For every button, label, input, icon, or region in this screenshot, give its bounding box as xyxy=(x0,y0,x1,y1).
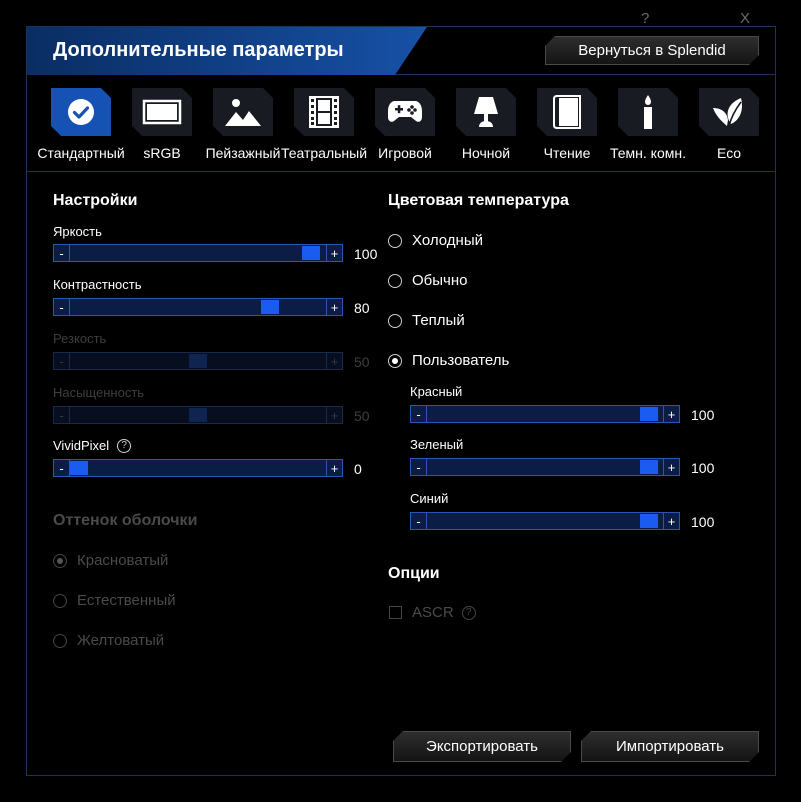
check-icon xyxy=(66,97,96,127)
vividpixel-label: VividPixel xyxy=(53,438,110,453)
decrease-button[interactable]: - xyxy=(411,406,427,422)
sharpness-label: Резкость xyxy=(53,331,107,346)
radio-button xyxy=(53,633,67,648)
slider-thumb[interactable] xyxy=(260,300,279,314)
color-temp-normal[interactable]: Обычно xyxy=(388,272,467,289)
brightness-value: 100 xyxy=(354,246,378,262)
green-value: 100 xyxy=(691,460,715,476)
ascr-checkbox-row: ASCR ? xyxy=(389,604,476,621)
radio-button[interactable] xyxy=(388,273,402,288)
red-label: Красный xyxy=(410,384,463,399)
monitor-icon xyxy=(142,99,182,125)
header: Дополнительные параметры Вернуться в Spl… xyxy=(27,27,775,75)
decrease-button[interactable]: - xyxy=(411,459,427,475)
radio-label: Холодный xyxy=(412,232,483,249)
increase-button[interactable]: + xyxy=(663,406,679,422)
help-icon[interactable]: ? xyxy=(117,438,132,453)
increase-button[interactable]: + xyxy=(663,459,679,475)
sharpness-value: 50 xyxy=(354,354,370,370)
saturation-value: 50 xyxy=(354,408,370,424)
brightness-label: Яркость xyxy=(53,224,102,239)
color-temp-warm[interactable]: Теплый xyxy=(388,312,465,329)
increase-button: + xyxy=(326,353,342,369)
contrast-value: 80 xyxy=(354,300,370,316)
radio-button[interactable] xyxy=(388,353,402,368)
vividpixel-slider[interactable]: - + xyxy=(53,459,343,477)
red-value: 100 xyxy=(691,407,715,423)
decrease-button[interactable]: - xyxy=(54,299,70,315)
mode-eco[interactable]: Eco xyxy=(688,88,770,170)
skin-tone-yellowish: Желтоватый xyxy=(53,632,164,649)
color-temp-title: Цветовая температура xyxy=(388,192,569,209)
blue-label: Синий xyxy=(410,491,449,506)
radio-button xyxy=(53,593,67,608)
slider-thumb[interactable] xyxy=(639,407,658,421)
radio-button[interactable] xyxy=(388,233,402,248)
skin-tone-natural: Естественный xyxy=(53,592,176,609)
green-label: Зеленый xyxy=(410,437,464,452)
slider-thumb[interactable] xyxy=(70,461,88,475)
landscape-icon xyxy=(224,96,262,128)
skin-tone-title: Оттенок оболочки xyxy=(53,512,198,529)
slider-thumb[interactable] xyxy=(639,514,658,528)
contrast-label: Контрастность xyxy=(53,277,142,292)
lamp-icon xyxy=(473,95,499,129)
sharpness-slider: - + xyxy=(53,352,343,370)
radio-label: Пользователь xyxy=(412,352,510,369)
slider-thumb xyxy=(189,408,207,422)
book-icon xyxy=(553,95,581,129)
mode-bar: Стандартный sRGB Пейзажный Театральный И… xyxy=(27,76,775,172)
slider-thumb xyxy=(189,354,207,368)
saturation-label: Насыщенность xyxy=(53,385,145,400)
decrease-button[interactable]: - xyxy=(411,513,427,529)
vividpixel-value: 0 xyxy=(354,461,362,477)
increase-button: + xyxy=(326,407,342,423)
increase-button[interactable]: + xyxy=(326,299,342,315)
color-temp-user[interactable]: Пользователь xyxy=(388,352,509,369)
page-title: Дополнительные параметры xyxy=(53,39,344,61)
gamepad-icon xyxy=(387,99,423,125)
mode-label: Eco xyxy=(716,145,742,161)
import-button[interactable]: Импортировать xyxy=(581,731,759,762)
decrease-button[interactable]: - xyxy=(54,460,70,476)
radio-label: Теплый xyxy=(412,312,465,329)
increase-button[interactable]: + xyxy=(326,460,342,476)
green-slider[interactable]: - + xyxy=(410,458,680,476)
advanced-settings-panel: Дополнительные параметры Вернуться в Spl… xyxy=(26,26,776,776)
radio-label: Обычно xyxy=(412,272,468,289)
radio-button xyxy=(53,553,67,568)
slider-thumb[interactable] xyxy=(639,460,658,474)
blue-slider[interactable]: - + xyxy=(410,512,680,530)
radio-label: Красноватый xyxy=(77,552,169,569)
skin-tone-reddish: Красноватый xyxy=(53,552,168,569)
export-button[interactable]: Экспортировать xyxy=(393,731,571,762)
slider-thumb[interactable] xyxy=(301,246,320,260)
close-window-icon[interactable]: X xyxy=(740,10,750,27)
decrease-button: - xyxy=(54,407,70,423)
contrast-slider[interactable]: - + xyxy=(53,298,343,316)
vividpixel-label-row: VividPixel ? xyxy=(53,438,132,453)
options-title: Опции xyxy=(388,565,440,582)
back-to-splendid-button[interactable]: Вернуться в Splendid xyxy=(545,36,759,65)
decrease-button: - xyxy=(54,353,70,369)
ascr-checkbox xyxy=(389,606,402,619)
help-icon: ? xyxy=(461,605,476,620)
settings-title: Настройки xyxy=(53,192,138,209)
help-window-icon[interactable]: ? xyxy=(641,10,649,27)
color-temp-cold[interactable]: Холодный xyxy=(388,232,483,249)
saturation-slider: - + xyxy=(53,406,343,424)
brightness-slider[interactable]: - + xyxy=(53,244,343,262)
decrease-button[interactable]: - xyxy=(54,245,70,261)
red-slider[interactable]: - + xyxy=(410,405,680,423)
ascr-label: ASCR xyxy=(412,604,454,621)
blue-value: 100 xyxy=(691,514,715,530)
radio-button[interactable] xyxy=(388,313,402,328)
radio-label: Желтоватый xyxy=(77,632,165,649)
candle-icon xyxy=(641,94,655,130)
leaf-icon xyxy=(711,96,747,128)
radio-label: Естественный xyxy=(77,592,176,609)
increase-button[interactable]: + xyxy=(326,245,342,261)
film-icon xyxy=(308,95,340,129)
increase-button[interactable]: + xyxy=(663,513,679,529)
